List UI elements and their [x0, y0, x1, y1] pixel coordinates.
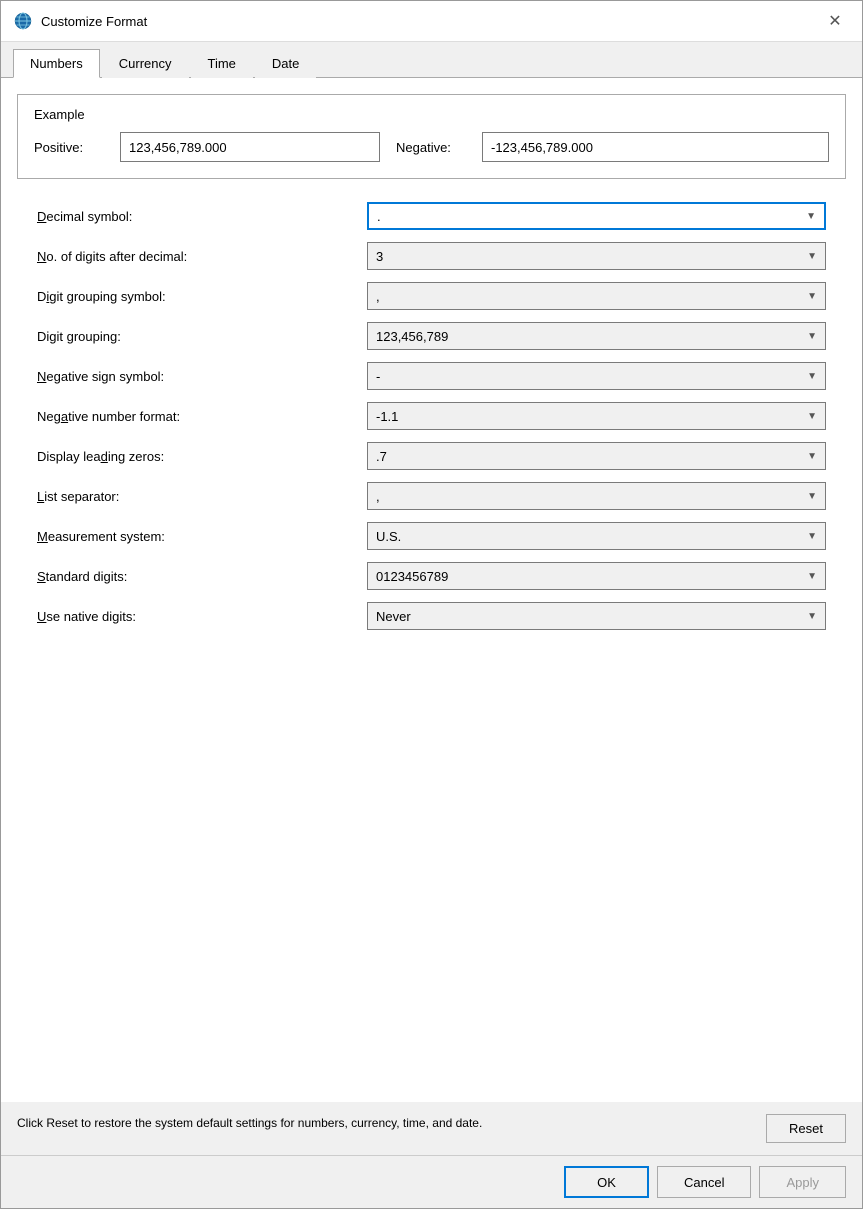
negative-number-format-row: Negative number format: -1.1 ▼	[37, 399, 826, 433]
digit-grouping-symbol-value: ,	[376, 289, 380, 304]
globe-icon	[13, 11, 33, 31]
measurement-system-label: Measurement system:	[37, 529, 367, 544]
list-separator-value: ,	[376, 489, 380, 504]
digits-after-decimal-dropdown[interactable]: 3 ▼	[367, 242, 826, 270]
negative-sign-symbol-value: -	[376, 369, 380, 384]
tab-time[interactable]: Time	[191, 49, 253, 78]
chevron-down-icon: ▼	[807, 371, 817, 382]
digit-grouping-symbol-row: Digit grouping symbol: , ▼	[37, 279, 826, 313]
list-separator-label: List separator:	[37, 489, 367, 504]
chevron-down-icon: ▼	[807, 291, 817, 302]
negative-sign-symbol-row: Negative sign symbol: - ▼	[37, 359, 826, 393]
negative-number-format-label: Negative number format:	[37, 409, 367, 424]
display-leading-zeros-row: Display leading zeros: .7 ▼	[37, 439, 826, 473]
tab-date[interactable]: Date	[255, 49, 316, 78]
measurement-system-dropdown[interactable]: U.S. ▼	[367, 522, 826, 550]
negative-sign-symbol-dropdown[interactable]: - ▼	[367, 362, 826, 390]
measurement-system-value: U.S.	[376, 529, 401, 544]
digits-after-decimal-row: No. of digits after decimal: 3 ▼	[37, 239, 826, 273]
negative-label: Negative:	[396, 140, 466, 155]
digit-grouping-row: Digit grouping: 123,456,789 ▼	[37, 319, 826, 353]
ok-button[interactable]: OK	[564, 1166, 649, 1198]
chevron-down-icon: ▼	[806, 211, 816, 222]
apply-button[interactable]: Apply	[759, 1166, 846, 1198]
chevron-down-icon: ▼	[807, 451, 817, 462]
decimal-symbol-row: Decimal symbol: . ▼	[37, 199, 826, 233]
chevron-down-icon: ▼	[807, 251, 817, 262]
cancel-button[interactable]: Cancel	[657, 1166, 751, 1198]
chevron-down-icon: ▼	[807, 531, 817, 542]
standard-digits-value: 0123456789	[376, 569, 448, 584]
standard-digits-row: Standard digits: 0123456789 ▼	[37, 559, 826, 593]
chevron-down-icon: ▼	[807, 491, 817, 502]
tab-bar: Numbers Currency Time Date	[1, 42, 862, 78]
footer-text: Click Reset to restore the system defaul…	[17, 1114, 750, 1132]
digits-after-decimal-label: No. of digits after decimal:	[37, 249, 367, 264]
footer-info: Click Reset to restore the system defaul…	[1, 1102, 862, 1155]
list-separator-row: List separator: , ▼	[37, 479, 826, 513]
close-button[interactable]: ✕	[820, 9, 850, 33]
example-group: Example Positive: 123,456,789.000 Negati…	[17, 94, 846, 179]
positive-value: 123,456,789.000	[120, 132, 380, 162]
digit-grouping-value: 123,456,789	[376, 329, 448, 344]
use-native-digits-value: Never	[376, 609, 411, 624]
use-native-digits-dropdown[interactable]: Never ▼	[367, 602, 826, 630]
chevron-down-icon: ▼	[807, 331, 817, 342]
use-native-digits-row: Use native digits: Never ▼	[37, 599, 826, 633]
example-title: Example	[34, 107, 829, 122]
tab-currency[interactable]: Currency	[102, 49, 189, 78]
tab-numbers[interactable]: Numbers	[13, 49, 100, 78]
positive-label: Positive:	[34, 140, 104, 155]
digit-grouping-label: Digit grouping:	[37, 329, 367, 344]
standard-digits-label: Standard digits:	[37, 569, 367, 584]
chevron-down-icon: ▼	[807, 611, 817, 622]
chevron-down-icon: ▼	[807, 411, 817, 422]
list-separator-dropdown[interactable]: , ▼	[367, 482, 826, 510]
digit-grouping-symbol-label: Digit grouping symbol:	[37, 289, 367, 304]
standard-digits-dropdown[interactable]: 0123456789 ▼	[367, 562, 826, 590]
digits-after-decimal-value: 3	[376, 249, 383, 264]
display-leading-zeros-dropdown[interactable]: .7 ▼	[367, 442, 826, 470]
decimal-symbol-dropdown[interactable]: . ▼	[367, 202, 826, 230]
negative-number-format-value: -1.1	[376, 409, 398, 424]
settings-area: Decimal symbol: . ▼ No. of digits after …	[17, 199, 846, 633]
use-native-digits-label: Use native digits:	[37, 609, 367, 624]
display-leading-zeros-value: .7	[376, 449, 387, 464]
decimal-symbol-value: .	[377, 209, 381, 224]
title-bar: Customize Format ✕	[1, 1, 862, 42]
customize-format-dialog: Customize Format ✕ Numbers Currency Time…	[0, 0, 863, 1209]
display-leading-zeros-label: Display leading zeros:	[37, 449, 367, 464]
dialog-title: Customize Format	[41, 14, 820, 29]
negative-number-format-dropdown[interactable]: -1.1 ▼	[367, 402, 826, 430]
negative-value: -123,456,789.000	[482, 132, 829, 162]
tab-content: Example Positive: 123,456,789.000 Negati…	[1, 78, 862, 1102]
decimal-symbol-label: Decimal symbol:	[37, 209, 367, 224]
chevron-down-icon: ▼	[807, 571, 817, 582]
digit-grouping-symbol-dropdown[interactable]: , ▼	[367, 282, 826, 310]
dialog-buttons: OK Cancel Apply	[1, 1155, 862, 1208]
digit-grouping-dropdown[interactable]: 123,456,789 ▼	[367, 322, 826, 350]
negative-sign-symbol-label: Negative sign symbol:	[37, 369, 367, 384]
reset-button[interactable]: Reset	[766, 1114, 846, 1143]
measurement-system-row: Measurement system: U.S. ▼	[37, 519, 826, 553]
example-row: Positive: 123,456,789.000 Negative: -123…	[34, 132, 829, 162]
